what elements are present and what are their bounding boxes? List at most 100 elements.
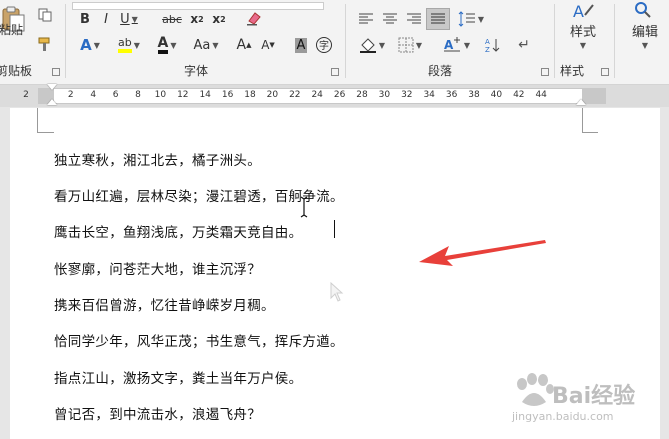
ruler-tick-label: 42 (513, 90, 525, 100)
ruler-tick-label: 4 (90, 90, 97, 100)
align-center-icon[interactable] (380, 10, 400, 28)
align-right-icon[interactable] (404, 10, 424, 28)
paragraph-launcher-icon[interactable] (541, 68, 549, 76)
ruler-tick-label: 18 (244, 90, 256, 100)
ruler-tick-label: 38 (468, 90, 480, 100)
poem-line-3: 鹰击长空，鱼翔浅底，万类霜天竞自由。 (54, 225, 303, 241)
styles-button[interactable]: 样式 (566, 20, 600, 40)
clipboard-launcher-icon[interactable] (52, 68, 60, 76)
ruler-tick-label: 32 (401, 90, 413, 100)
align-left-icon[interactable] (356, 10, 376, 28)
first-line-indent-marker[interactable] (47, 84, 57, 90)
ruler-tick-label: 34 (423, 90, 435, 100)
copy-icon[interactable] (36, 6, 54, 24)
group-separator (554, 4, 555, 78)
poem-line-4: 怅寥廓，问苍茫大地，谁主沉浮？ (54, 262, 261, 278)
annotation-arrow-icon (419, 240, 546, 266)
ruler-tick-label: 20 (266, 90, 279, 100)
group-separator (614, 4, 615, 78)
grow-font-icon[interactable]: A ▲ (236, 35, 252, 55)
shading-icon[interactable]: ▼ (356, 35, 388, 55)
text-cursor (334, 220, 335, 238)
bold-button[interactable]: B (77, 10, 93, 28)
margin-corner-right-h (582, 132, 598, 133)
editing-button[interactable]: 编辑 (628, 20, 662, 40)
sort-icon[interactable]: AZ (480, 35, 504, 55)
ruler-tick-label: 30 (378, 90, 391, 100)
ruler-tick-label: 8 (135, 90, 141, 100)
svg-text:Z: Z (485, 46, 490, 53)
styles-launcher-icon[interactable] (601, 68, 609, 76)
watermark-url: jingyan.baidu.com (512, 410, 614, 423)
poem-line-7: 指点江山，激扬文字，粪土当年万户侯。 (54, 371, 303, 387)
ruler-tick-label: 36 (445, 90, 458, 100)
ruler-tick-label: 2 (67, 90, 74, 100)
mouse-pointer-icon (330, 282, 344, 302)
font-name-box[interactable] (72, 2, 324, 10)
font-launcher-icon[interactable] (331, 68, 339, 76)
underline-button[interactable]: U ▼ (118, 10, 140, 28)
hanging-indent-marker[interactable] (47, 99, 57, 105)
shrink-font-icon[interactable]: A ▼ (260, 35, 276, 55)
show-marks-icon[interactable]: ↵ (516, 35, 532, 55)
baidu-paw-icon (517, 373, 554, 406)
poem-line-1: 独立寒秋，湘江北去，橘子洲头。 (54, 153, 261, 169)
text-effects-icon[interactable]: A ▼ (75, 35, 105, 55)
font-group-label: 字体 (184, 64, 209, 78)
highlight-label: ab (118, 37, 132, 53)
styles-caret-icon[interactable]: ▼ (576, 40, 590, 50)
svg-text:A: A (444, 38, 454, 52)
change-case-button[interactable]: Aa ▼ (186, 35, 226, 55)
watermark: Bai经验 jingyan.baidu.com (512, 370, 662, 430)
styles-group-label: 样式 (560, 64, 585, 78)
poem-line-6: 恰同学少年，风华正茂；书生意气，挥斥方遒。 (54, 334, 344, 350)
ruler-tick-label: 2 (23, 90, 29, 100)
group-separator (65, 4, 66, 78)
paste-button[interactable]: 粘贴 (0, 21, 24, 37)
styles-icon[interactable]: A (568, 0, 598, 22)
superscript-button[interactable]: x2 (210, 10, 228, 28)
poem-line-5: 携来百侣曾游，忆往昔峥嵘岁月稠。 (54, 298, 275, 314)
clear-formatting-icon[interactable] (244, 8, 264, 28)
ribbon: 粘贴 剪贴板 B I U ▼ abc x2 x2 A ▼ ab ▼ A ▼ Aa ▼ A ▲… (0, 0, 669, 85)
ruler-tick-label: 44 (535, 90, 547, 100)
line-spacing-icon[interactable]: ▼ (456, 10, 486, 28)
font-color-label: A (157, 36, 169, 54)
ruler-tick-label: 16 (221, 90, 234, 100)
paragraph-group-label: 段落 (428, 64, 453, 78)
ruler-tick-label: 14 (199, 90, 211, 100)
poem-line-8: 曾记否，到中流击水，浪遏飞舟？ (54, 407, 261, 423)
ruler-tick-label: 40 (490, 90, 503, 100)
subscript-button[interactable]: x2 (188, 10, 206, 28)
ibeam-pointer-icon (300, 196, 308, 218)
ruler-tick-label: 12 (177, 90, 189, 100)
enclose-characters-icon[interactable]: 字 (314, 35, 334, 55)
format-painter-icon[interactable] (36, 35, 54, 53)
margin-corner-left (37, 108, 38, 132)
ruler-tick-label: 22 (289, 90, 301, 100)
svg-text:字: 字 (319, 39, 329, 52)
ruler-tick-label: 24 (311, 90, 323, 100)
svg-text:A: A (485, 38, 490, 46)
ruler-tick-label: 26 (333, 90, 346, 100)
clipboard-group-label: 剪贴板 (0, 64, 33, 78)
font-color-button[interactable]: A ▼ (150, 35, 184, 55)
highlight-color-button[interactable]: ab ▼ (112, 35, 146, 55)
change-case-label: Aa (193, 37, 211, 53)
ruler-tick-label: 10 (154, 90, 167, 100)
justify-icon[interactable] (426, 8, 450, 30)
find-icon[interactable] (630, 0, 656, 20)
italic-button[interactable]: I (98, 10, 114, 28)
margin-corner-left-h (37, 132, 54, 133)
editing-caret-icon[interactable]: ▼ (638, 40, 652, 50)
ruler-tick-label: 6 (112, 90, 119, 100)
strikethrough-button[interactable]: abc (160, 10, 184, 28)
group-separator (345, 4, 346, 78)
svg-text:A: A (573, 2, 584, 21)
ruler-tick-label: 28 (356, 90, 368, 100)
character-shading-icon[interactable]: A (292, 35, 310, 55)
margin-corner-right (582, 108, 583, 132)
asian-layout-icon[interactable]: A ▼ (438, 35, 474, 55)
right-indent-marker[interactable] (576, 99, 586, 105)
borders-icon[interactable]: ▼ (394, 35, 426, 55)
